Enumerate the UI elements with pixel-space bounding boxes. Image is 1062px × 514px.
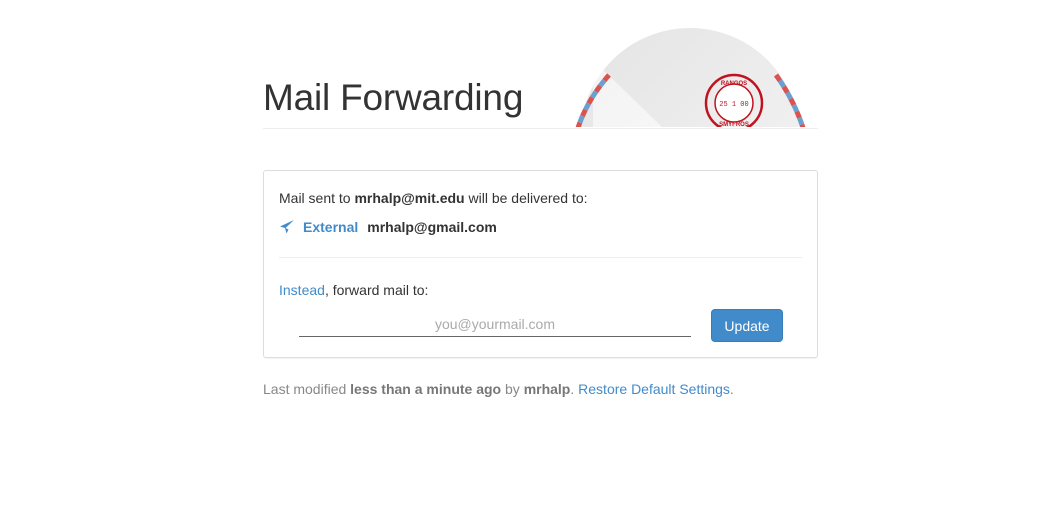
- destination-type: External: [303, 219, 359, 235]
- last-modified-note: Last modified less than a minute ago by …: [263, 381, 734, 397]
- current-destination: External mrhalp@gmail.com: [279, 219, 497, 235]
- source-address: mrhalp@mit.edu: [354, 190, 465, 206]
- sent-suffix: will be delivered to:: [464, 190, 588, 206]
- sent-prefix: Mail sent to: [279, 190, 355, 206]
- instead-link[interactable]: Instead: [279, 282, 325, 298]
- forwarding-panel: Mail sent to mrhalp@mit.edu will be deli…: [263, 170, 818, 358]
- modified-time: less than a minute ago: [350, 381, 502, 397]
- paper-plane-icon: [280, 220, 294, 234]
- stamp-top-text: RANGOS: [721, 81, 747, 87]
- delivery-statement: Mail sent to mrhalp@mit.edu will be deli…: [279, 190, 588, 206]
- modified-user: mrhalp: [523, 381, 571, 397]
- footer-prefix: Last modified: [263, 381, 351, 397]
- stamp-date-text: 25 1 00: [719, 101, 748, 109]
- destination-address: mrhalp@gmail.com: [367, 219, 497, 235]
- page-header: Mail Forwarding RANGOS 25 1 00 SMYFROS: [263, 0, 818, 129]
- panel-divider: [279, 257, 802, 258]
- footer-end: .: [729, 381, 734, 397]
- page-container: Mail Forwarding RANGOS 25 1 00 SMYFROS M…: [263, 0, 818, 397]
- footer-by: by: [501, 381, 524, 397]
- instead-suffix: , forward mail to:: [324, 282, 429, 298]
- instead-statement: Instead, forward mail to:: [279, 282, 428, 298]
- update-button[interactable]: Update: [711, 309, 783, 342]
- footer-period: .: [570, 381, 579, 397]
- restore-defaults-link[interactable]: Restore Default Settings: [578, 381, 730, 397]
- page-title: Mail Forwarding: [263, 77, 524, 118]
- stamp-bottom-text: SMYFROS: [719, 122, 749, 128]
- airmail-envelope-illustration: RANGOS 25 1 00 SMYFROS: [575, 28, 806, 128]
- forward-email-input[interactable]: [299, 312, 691, 337]
